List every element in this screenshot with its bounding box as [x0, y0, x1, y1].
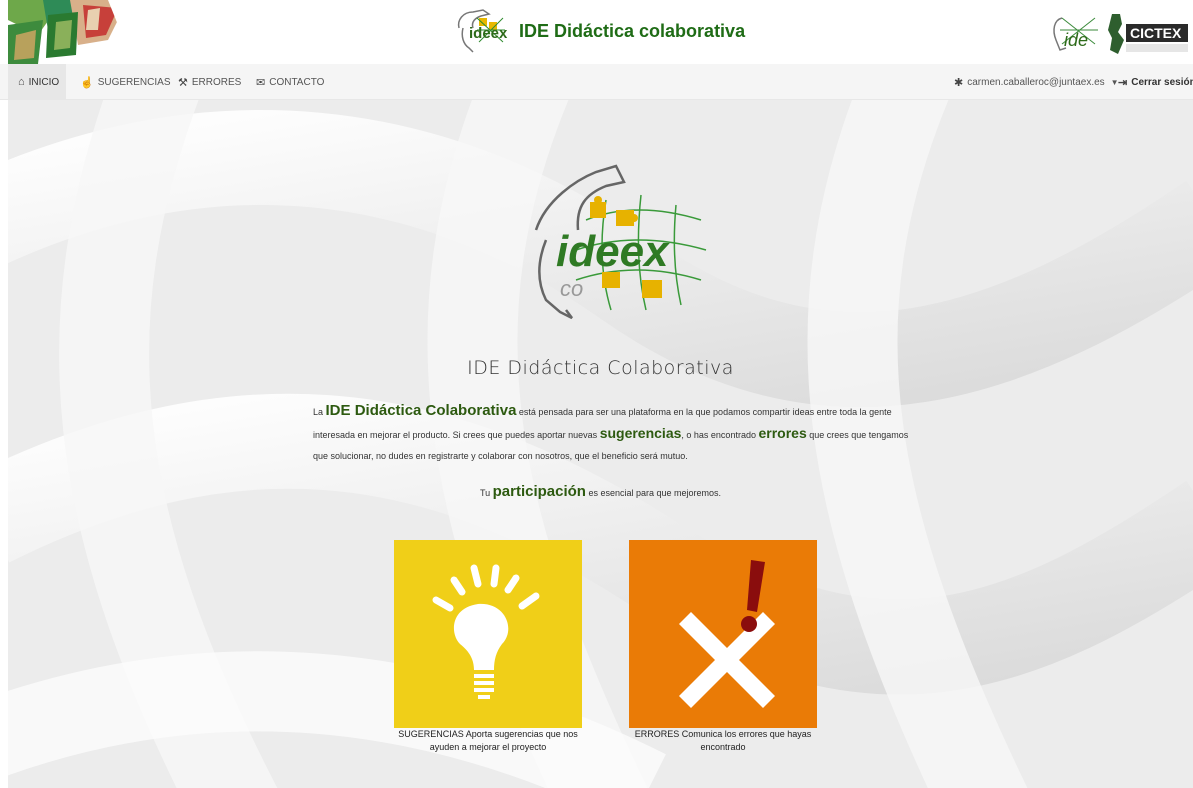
intro-highlight-sugerencias: sugerencias	[599, 425, 682, 441]
gear-icon: ✱	[954, 76, 964, 89]
intro-highlight-platform: IDE Didáctica Colaborativa	[325, 402, 517, 419]
nav-contacto[interactable]: ✉ CONTACTO	[256, 64, 324, 100]
motto-highlight: participación	[492, 483, 586, 500]
ideex-hero-logo: ideex co	[534, 164, 707, 320]
user-email: carmen.caballeroc@juntaex.es	[967, 76, 1105, 88]
errores-caption[interactable]: ERRORES Comunica los errores que hayas e…	[620, 728, 826, 754]
puzzle-piece-icon	[590, 202, 606, 218]
errores-card[interactable]	[629, 540, 817, 728]
nav-errores-label: ERRORES	[191, 76, 242, 88]
nav-errores[interactable]: ⚒ ERRORES	[178, 64, 241, 100]
nav-inicio[interactable]: ⌂ INICIO	[8, 64, 66, 100]
svg-text:CICTEX: CICTEX	[1130, 25, 1182, 41]
user-menu[interactable]: ✱ carmen.caballeroc@juntaex.es ▼	[954, 64, 1119, 100]
intro-text: , o has encontrado	[681, 430, 759, 440]
intro-paragraph: La IDE Didáctica Colaborativa está pensa…	[313, 400, 913, 467]
brand[interactable]: ideex IDE Didáctica colaborativa	[453, 8, 745, 54]
svg-text:ideex: ideex	[556, 227, 670, 276]
envelope-icon: ✉	[256, 76, 266, 89]
nav-sugerencias-label: SUGERENCIAS	[97, 76, 171, 88]
site-header: ideex IDE Didáctica colaborativa ide CIC…	[0, 0, 1193, 64]
ideex-logo-icon: ideex	[457, 9, 508, 53]
mosaic-logo[interactable]	[8, 0, 138, 64]
site-title: IDE Didáctica colaborativa	[519, 20, 746, 41]
svg-text:ideex: ideex	[469, 25, 508, 42]
nav-inicio-label: INICIO	[28, 76, 60, 88]
logout-link[interactable]: ⇥ Cerrar sesión	[1118, 64, 1193, 100]
motto: Tu participación es esencial para que me…	[8, 483, 1193, 500]
sugerencias-caption[interactable]: SUGERENCIAS Aporta sugerencias que nos a…	[385, 728, 591, 754]
nav-contacto-label: CONTACTO	[269, 76, 325, 88]
intro-highlight-errores: errores	[758, 425, 807, 441]
wrench-icon: ⚒	[178, 76, 188, 89]
logout-icon: ⇥	[1118, 76, 1128, 89]
home-icon: ⌂	[18, 76, 25, 88]
motto-text: Tu	[479, 488, 493, 498]
svg-text:ide: ide	[1064, 30, 1088, 50]
motto-text: es esencial para que mejoremos.	[585, 488, 722, 498]
sugerencias-card[interactable]	[394, 540, 582, 728]
main-nav: ⌂ INICIO ☝ SUGERENCIAS ⚒ ERRORES ✉ CONTA…	[0, 64, 1193, 100]
hero-title: IDE Didáctica Colaborativa	[467, 357, 734, 379]
intro-text: La	[313, 407, 326, 417]
lightbulb-icon	[432, 564, 540, 699]
partner-logos[interactable]: ide CICTEX	[1040, 10, 1190, 58]
hand-pointer-icon: ☝	[80, 76, 94, 89]
nav-sugerencias[interactable]: ☝ SUGERENCIAS	[80, 64, 171, 100]
error-cross-icon	[679, 560, 775, 708]
main-content: ideex co IDE Didáctica Colaborativa La I…	[8, 100, 1193, 788]
logout-label: Cerrar sesión	[1131, 76, 1193, 88]
svg-text:co: co	[560, 276, 583, 301]
